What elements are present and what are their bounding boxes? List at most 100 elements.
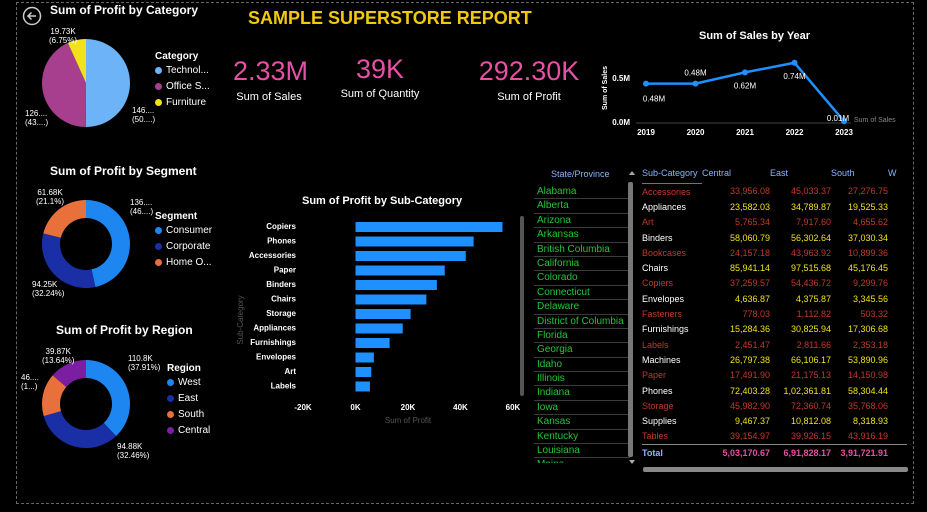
matrix-cell: 97,515.68 [790, 263, 831, 274]
matrix-row: Binders 58,060.79 56,302.64 37,030.34 [642, 230, 907, 245]
state-item[interactable]: Connecticut [534, 286, 630, 301]
subcat-bar-envelopes [355, 352, 374, 363]
matrix-row-label: Furnishings [642, 324, 689, 335]
matrix-row: Envelopes 4,636.87 4,375.87 3,345.56 [642, 291, 907, 306]
state-item[interactable]: Alberta [534, 199, 630, 214]
state-item[interactable]: Kansas [534, 415, 630, 430]
subcat-bar-storage [355, 309, 411, 319]
matrix-cell: 45,982.90 [729, 400, 770, 411]
matrix-cell: 45,176.45 [847, 263, 888, 274]
matrix-header-cell[interactable]: Central [702, 163, 770, 184]
matrix-cell: 72,403.28 [729, 385, 770, 396]
year-data-label-2022: 0.74M [783, 72, 806, 81]
legend-item-central[interactable]: Central [167, 425, 210, 436]
region-legend-title: Region [167, 363, 201, 374]
matrix-row-label: Appliances [642, 201, 687, 212]
matrix-cell: 9,467.37 [734, 416, 770, 427]
subcat-chart-title: Sum of Profit by Sub-Category [302, 195, 463, 207]
subcat-scrollbar[interactable] [520, 216, 524, 396]
state-item[interactable]: British Columbia [534, 243, 630, 257]
year-xtick-2023: 2023 [835, 128, 853, 137]
year-point-2022 [791, 59, 798, 66]
region-label-west: 110.8K (37.91%) [128, 354, 161, 372]
matrix-row: Supplies 9,467.37 10,812.08 8,318.93 [642, 413, 907, 428]
state-item[interactable]: Idaho [534, 358, 630, 373]
matrix-header-cell[interactable]: South [831, 163, 888, 184]
legend-item-east[interactable]: East [167, 393, 210, 404]
matrix-cell: 19,525.33 [847, 201, 888, 212]
matrix-cell: 39,154.97 [729, 431, 770, 442]
legend-item-technology[interactable]: Technol... [155, 65, 210, 76]
state-item[interactable]: Alabama [534, 185, 630, 200]
kpi-quantity-label: Sum of Quantity [340, 88, 420, 100]
state-item[interactable]: Arkansas [534, 228, 630, 243]
legend-item-south[interactable]: South [167, 409, 210, 420]
matrix-row-label: Art [642, 217, 654, 228]
region-legend: Region West East South Central [167, 363, 210, 436]
state-slicer-scrollbar[interactable] [628, 182, 633, 457]
state-item[interactable]: Indiana [534, 386, 630, 401]
matrix-cell: 30,825.94 [790, 324, 831, 335]
matrix-row-label: Copiers [642, 278, 674, 289]
matrix-horizontal-scrollbar[interactable] [643, 467, 908, 472]
matrix-cell: 39,926.15 [790, 431, 831, 442]
state-item[interactable]: Kentucky [534, 430, 630, 445]
category-slice-technology [85, 39, 131, 128]
matrix-header-cell[interactable]: Sub-Category [642, 163, 702, 184]
matrix-cell: 37,259.57 [729, 278, 770, 289]
matrix-cell: 72,360.74 [790, 400, 831, 411]
matrix-cell: 2,811.66 [796, 339, 831, 350]
legend-item-corporate[interactable]: Corporate [155, 241, 212, 252]
matrix-row-label: Bookcases [642, 247, 687, 258]
legend-item-home-office[interactable]: Home O... [155, 257, 212, 268]
state-item[interactable]: Florida [534, 329, 630, 344]
category-label-office: 126.... (43....) [25, 109, 49, 127]
report-title: SAMPLE SUPERSTORE REPORT [248, 8, 532, 28]
state-item[interactable]: Louisiana [534, 444, 630, 459]
state-item[interactable]: Maine [534, 458, 630, 463]
subcat-bar-appliances [355, 323, 403, 334]
matrix-cell: 43,963.92 [790, 247, 831, 258]
region-label-east: 94.88K (32.46%) [117, 442, 150, 460]
slicer-scroll-down-icon[interactable] [628, 458, 636, 466]
state-item[interactable]: California [534, 257, 630, 272]
legend-item-consumer[interactable]: Consumer [155, 225, 212, 236]
legend-item-furniture[interactable]: Furniture [155, 97, 210, 108]
year-ytick-05: 0.5M [612, 74, 630, 83]
segment-legend-title: Segment [155, 211, 198, 222]
year-xtick-2020: 2020 [687, 128, 705, 137]
state-item[interactable]: Iowa [534, 401, 630, 416]
matrix-row: Storage 45,982.90 72,360.74 35,768.06 [642, 398, 907, 413]
matrix-cell: 8,318.93 [852, 416, 888, 427]
category-label-furniture: 19.73K (6.75%) [49, 27, 78, 45]
state-item[interactable]: Arizona [534, 214, 630, 229]
state-item[interactable]: Illinois [534, 372, 630, 387]
matrix-cell: 10,899.36 [847, 247, 888, 258]
kpi-sales-label: Sum of Sales [236, 91, 302, 103]
legend-item-office-supplies[interactable]: Office S... [155, 81, 210, 92]
year-xtick-2022: 2022 [786, 128, 804, 137]
matrix-row: Phones 72,403.28 1,02,361.81 58,304.44 [642, 383, 907, 398]
matrix-cell: 4,655.62 [852, 217, 888, 228]
region-slice-east [43, 411, 117, 448]
legend-item-west[interactable]: West [167, 377, 210, 388]
kpi-profit-label: Sum of Profit [497, 91, 561, 103]
kpi-profit-value: 292.30K [478, 56, 580, 86]
subcat-x-axis-label: Sum of Profit [385, 416, 432, 425]
matrix-row: Machines 26,797.38 66,106.17 53,890.96 [642, 352, 907, 367]
state-item[interactable]: Georgia [534, 343, 630, 358]
matrix-cell: 1,112.82 [796, 309, 831, 320]
matrix-row-label: Labels [642, 339, 669, 350]
segment-label-consumer: 136.... (46....) [130, 198, 154, 216]
matrix-header-cell[interactable]: East [770, 163, 831, 184]
subcat-bar-chart: Sub-Category -20K 0K 20K 40K 60K Copiers Phone… [236, 222, 521, 425]
state-item[interactable]: Delaware [534, 300, 630, 315]
matrix-header-cell[interactable]: W [888, 163, 907, 184]
state-item[interactable]: Colorado [534, 271, 630, 286]
year-line-series-label: Sum of Sales [854, 117, 896, 124]
slicer-scroll-up-icon[interactable] [628, 169, 636, 177]
matrix-row: Art 5,765.34 7,917.60 4,655.62 [642, 215, 907, 230]
state-item[interactable]: District of Columbia [534, 315, 630, 329]
subcat-xtick: 60K [506, 403, 521, 412]
year-data-label-2023: 0.01M [827, 114, 850, 123]
